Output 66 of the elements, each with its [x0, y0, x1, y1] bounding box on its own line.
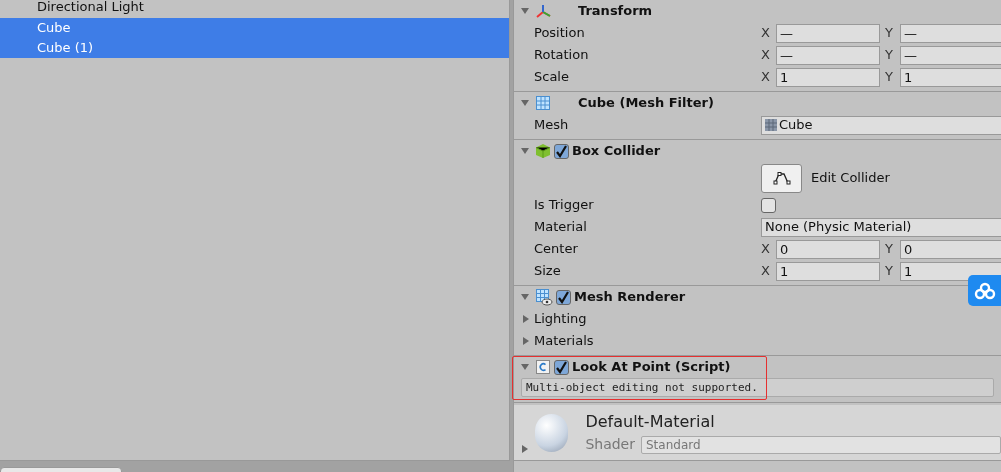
foldout-arrow[interactable] — [520, 292, 532, 302]
axis-label: X — [761, 24, 771, 43]
object-field[interactable]: None (Physic Material) — [761, 217, 1001, 237]
axis-label: Y — [885, 68, 894, 87]
shader-dropdown[interactable]: Standard — [641, 435, 1001, 454]
hierarchy-item[interactable]: Cube — [0, 18, 509, 38]
floating-assistant-button[interactable] — [968, 275, 1001, 306]
checkbox[interactable] — [554, 359, 569, 375]
axis-label: Y — [885, 46, 894, 65]
field-label: Center — [534, 240, 579, 259]
field-label: Is Trigger — [534, 196, 595, 215]
input-field[interactable]: 1 — [776, 67, 880, 87]
axis-label: Y — [885, 262, 894, 281]
foldout-arrow[interactable] — [520, 362, 532, 372]
checkbox[interactable] — [556, 289, 571, 305]
component-title: Look At Point (Script) — [572, 358, 731, 377]
field-value: Cube — [779, 116, 813, 135]
input-field[interactable]: — — [776, 45, 880, 65]
axis-label: X — [761, 262, 771, 281]
input-field[interactable]: 1 — [900, 67, 1001, 87]
foldout-arrow[interactable] — [520, 146, 532, 156]
foldout-arrow[interactable] — [520, 6, 532, 16]
component-title: Box Collider — [572, 142, 661, 161]
input-field[interactable]: 1 — [776, 261, 880, 281]
component-title: Cube (Mesh Filter) — [578, 94, 714, 113]
field-label: Position — [534, 24, 586, 43]
hierarchy-item[interactable]: Cube (1) — [0, 38, 509, 58]
field-label: Rotation — [534, 46, 590, 65]
field-label: Material — [534, 218, 588, 237]
input-field[interactable]: 0 — [776, 239, 880, 259]
axis-label: Y — [885, 24, 894, 43]
input-field[interactable]: — — [900, 23, 1001, 43]
cube-icon — [535, 143, 551, 159]
button-label: Edit Collider — [811, 169, 890, 188]
hierarchy-item[interactable]: Directional Light — [0, 0, 509, 18]
component-title: Mesh Renderer — [574, 288, 686, 307]
foldout-arrow[interactable] — [520, 98, 532, 108]
axes-icon — [535, 4, 551, 18]
component-title: Transform — [578, 2, 653, 21]
edit-collider-button[interactable] — [761, 163, 802, 193]
grid-icon — [535, 95, 551, 111]
shader-label: Shader — [585, 435, 635, 454]
field-label: Size — [534, 262, 562, 281]
sphere-preview — [534, 413, 569, 452]
field-label: Scale — [534, 68, 570, 87]
field-value: None (Physic Material) — [765, 218, 912, 237]
help-message: Multi-object editing not supported. — [521, 378, 994, 397]
input-field[interactable]: 0 — [900, 239, 1001, 259]
script-icon — [535, 359, 551, 375]
axis-label: X — [761, 240, 771, 259]
checkbox[interactable] — [554, 143, 569, 159]
input-field[interactable]: 1 — [900, 261, 1001, 281]
foldout[interactable]: Lighting — [521, 309, 587, 329]
grid-eye-icon — [535, 288, 553, 306]
axis-label: X — [761, 68, 771, 87]
input-field[interactable]: — — [776, 23, 880, 43]
axis-label: Y — [885, 240, 894, 259]
input-field[interactable]: — — [900, 45, 1001, 65]
checkbox[interactable] — [761, 197, 776, 213]
object-field[interactable]: Cube — [761, 115, 1001, 135]
foldout[interactable]: Materials — [521, 331, 594, 351]
field-label: Mesh — [534, 116, 570, 135]
mesh-icon — [765, 119, 777, 131]
material-name: Default-Material — [585, 411, 716, 433]
axis-label: X — [761, 46, 771, 65]
polyline-icon — [772, 171, 791, 185]
